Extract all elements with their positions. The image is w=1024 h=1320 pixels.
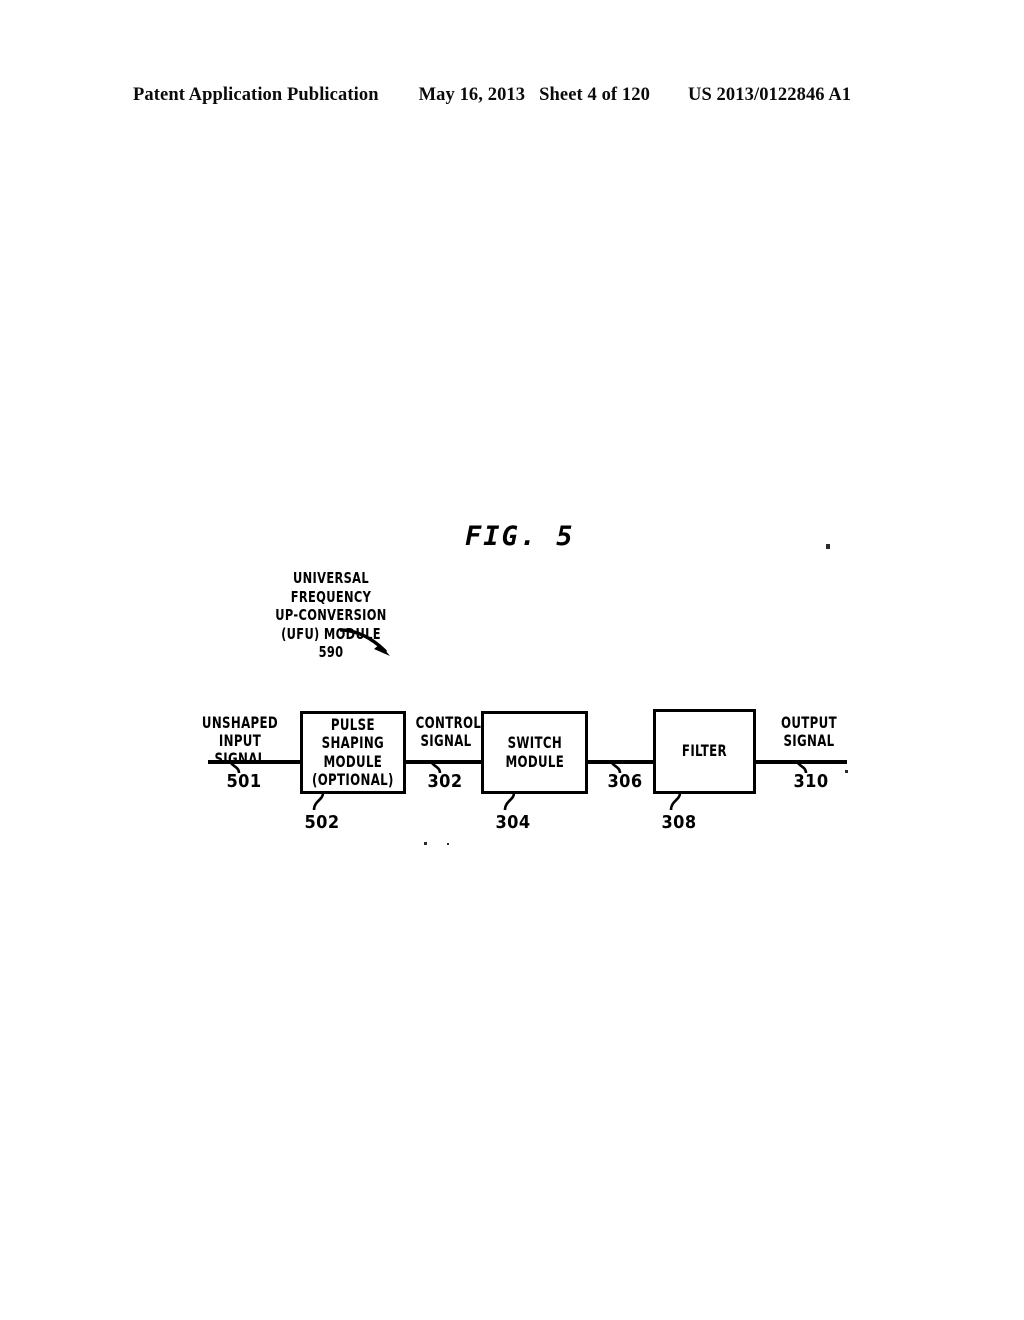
block-filter-text: FILTER — [677, 742, 732, 761]
reference-numeral-302: 302 — [423, 771, 467, 792]
header-sheet-number: Sheet 4 of 120 — [539, 85, 650, 105]
block-switch-text: SWITCH MODULE — [499, 733, 571, 771]
reference-numeral-308: 308 — [657, 812, 701, 833]
header-publication-number: US 2013/0122846 A1 — [687, 85, 852, 105]
block-switch-line-1: SWITCH — [507, 733, 562, 752]
label-output-line-2: SIGNAL — [783, 731, 835, 750]
scan-speck — [845, 770, 848, 773]
header-date: May 16, 2013 — [418, 85, 526, 105]
block-switch-module: SWITCH MODULE — [481, 711, 588, 794]
block-pulse-shaping-module: PULSE SHAPING MODULE (OPTIONAL) — [300, 711, 406, 794]
label-control-line-2: SIGNAL — [420, 731, 472, 750]
block-pulse-line-2: SHAPING — [321, 733, 385, 752]
leader-line-304 — [503, 793, 516, 811]
block-pulse-shaping-text: PULSE SHAPING MODULE (OPTIONAL) — [303, 714, 403, 790]
block-filter: FILTER — [653, 709, 756, 794]
block-pulse-line-3: MODULE — [323, 751, 383, 771]
label-control-signal: CONTROL SIGNAL — [409, 714, 483, 750]
label-unshaped-line-1: UNSHAPED INPUT — [201, 713, 279, 750]
reference-numeral-501: 501 — [222, 771, 266, 792]
scan-speck — [447, 843, 449, 845]
scan-speck — [424, 842, 427, 845]
reference-numeral-304: 304 — [491, 812, 535, 833]
reference-numeral-502: 502 — [300, 812, 344, 833]
block-switch-line-2: MODULE — [505, 751, 564, 771]
reference-numeral-304-text: 304 — [495, 812, 531, 833]
wire-switch-to-filter — [587, 760, 654, 764]
block-filter-line-1: FILTER — [681, 741, 727, 761]
block-pulse-line-4: (OPTIONAL) — [312, 770, 394, 789]
reference-numeral-308-text: 308 — [661, 812, 697, 833]
wire-control-signal — [405, 760, 482, 764]
leader-line-502 — [312, 793, 325, 811]
reference-numeral-310-text: 310 — [793, 771, 829, 792]
ufu-caption-line-1: UNIVERSAL FREQUENCY — [290, 569, 372, 606]
label-control-line-1: CONTROL — [415, 713, 482, 732]
ufu-caption-line-2: UP-CONVERSION — [275, 606, 387, 624]
label-unshaped-line-2: SIGNAL — [214, 749, 266, 768]
scan-speck — [826, 544, 830, 549]
label-unshaped-input-signal: UNSHAPED INPUT SIGNAL — [179, 714, 301, 768]
reference-numeral-501-text: 501 — [226, 771, 262, 792]
header-publication-label: Patent Application Publication — [133, 85, 379, 105]
reference-numeral-306: 306 — [603, 771, 647, 792]
leader-line-308 — [669, 793, 682, 811]
figure-label: FIG. 5 — [465, 521, 575, 552]
patent-header: Patent Application Publication May 16, 2… — [133, 85, 893, 115]
reference-numeral-306-text: 306 — [607, 771, 643, 792]
ufu-callout-arrow-icon — [340, 628, 390, 656]
label-output-line-1: OUTPUT — [781, 713, 837, 732]
reference-numeral-302-text: 302 — [427, 771, 463, 792]
block-pulse-line-1: PULSE — [331, 714, 375, 734]
label-output-signal: OUTPUT SIGNAL — [771, 714, 847, 750]
reference-numeral-502-text: 502 — [304, 812, 340, 833]
reference-numeral-310: 310 — [789, 771, 833, 792]
wire-output-signal — [755, 760, 847, 764]
